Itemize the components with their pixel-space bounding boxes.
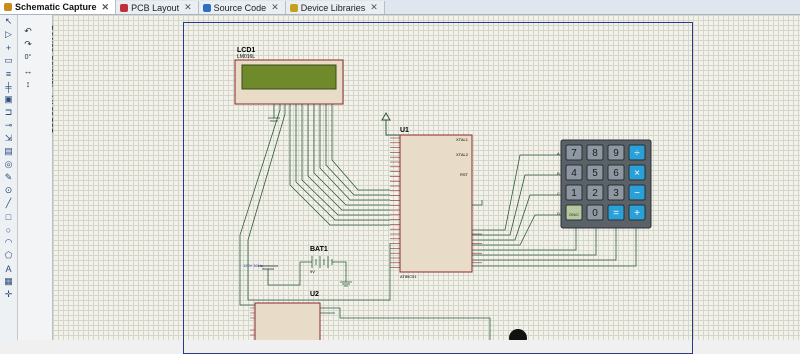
mirror-h-icon[interactable]: ↔	[20, 65, 36, 77]
sheet-border	[183, 22, 693, 354]
bus-icon[interactable]: ╪	[0, 80, 17, 93]
tab-bar: Schematic Capture ✕ PCB Layout ✕ Source Code…	[0, 0, 800, 15]
pin-icon[interactable]: ⊸	[0, 119, 17, 132]
tab-schematic-capture[interactable]: Schematic Capture ✕	[0, 0, 117, 14]
wire-label-icon[interactable]: ▭	[0, 54, 17, 67]
subcircuit-icon[interactable]: ▣	[0, 93, 17, 106]
tab-device-libraries[interactable]: Device Libraries ✕	[285, 1, 385, 14]
device-selector-title[interactable]: Device Selector - AT89C51	[35, 20, 60, 320]
probe-icon[interactable]: ✎	[0, 171, 17, 184]
close-icon[interactable]: ✕	[184, 2, 192, 13]
tab-label: PCB Layout	[131, 2, 180, 13]
close-icon[interactable]: ✕	[370, 2, 378, 13]
path-icon[interactable]: ⬠	[0, 249, 17, 262]
virtual-instrument-icon[interactable]: ⊙	[0, 184, 17, 197]
close-icon[interactable]: ✕	[271, 2, 279, 13]
marker-icon[interactable]: ✛	[0, 288, 17, 301]
select-pointer-icon[interactable]: ↖	[0, 15, 17, 28]
generator-icon[interactable]: ◎	[0, 158, 17, 171]
junction-icon[interactable]: +	[0, 41, 17, 54]
text-script-icon[interactable]: ≡	[0, 67, 17, 80]
tab-label: Schematic Capture	[15, 2, 97, 12]
tab-source-code[interactable]: Source Code ✕	[198, 1, 286, 14]
symbol-icon[interactable]: ▦	[0, 275, 17, 288]
left-toolbar: ↖ ▷ + ▭ ≡ ╪ ▣ ⊐ ⊸ ⇲ ▤ ◎ ✎ ⊙ ╱ □ ○ ◠ ⬠ A ▦ ✛	[0, 15, 18, 340]
component-icon[interactable]: ▷	[0, 28, 17, 41]
schematic-icon	[4, 3, 12, 11]
text-icon[interactable]: A	[0, 262, 17, 275]
angle-field[interactable]: 0°	[20, 51, 36, 63]
pcb-icon	[120, 3, 129, 12]
line-icon[interactable]: ╱	[0, 197, 17, 210]
schematic-canvas[interactable]	[53, 15, 800, 354]
mirror-v-icon[interactable]: ↕	[20, 78, 36, 90]
terminal-icon[interactable]: ⊐	[0, 106, 17, 119]
graph-icon[interactable]: ⇲	[0, 132, 17, 145]
tab-label: Source Code	[213, 2, 267, 13]
source-code-icon	[202, 3, 211, 12]
box-icon[interactable]: □	[0, 210, 17, 223]
redo-icon[interactable]: ↷	[20, 38, 36, 50]
tab-label: Device Libraries	[300, 2, 366, 13]
tape-icon[interactable]: ▤	[0, 145, 17, 158]
close-icon[interactable]: ✕	[102, 2, 110, 13]
undo-icon[interactable]: ↶	[20, 25, 36, 37]
tab-pcb-layout[interactable]: PCB Layout ✕	[116, 1, 199, 14]
arc-icon[interactable]: ◠	[0, 236, 17, 249]
device-library-icon	[289, 3, 298, 12]
circle-icon[interactable]: ○	[0, 223, 17, 236]
